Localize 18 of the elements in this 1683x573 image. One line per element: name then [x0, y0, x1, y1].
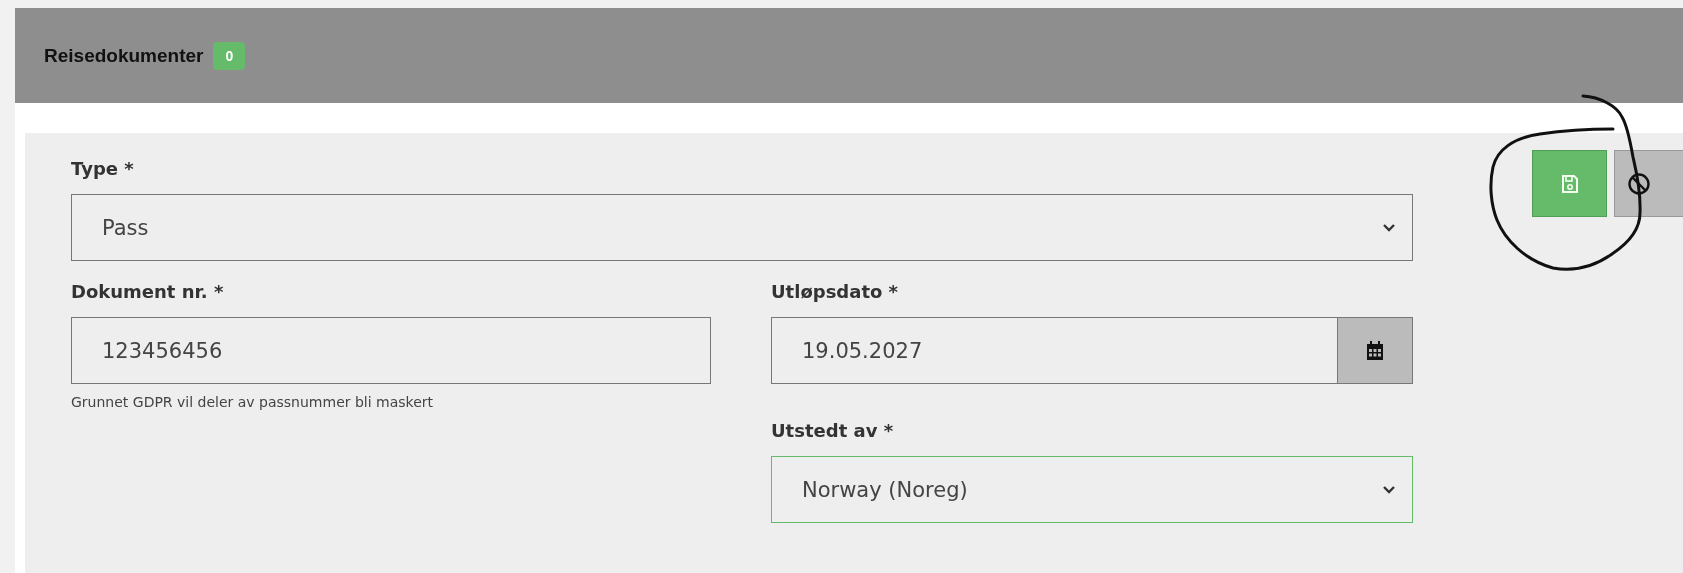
issuer-select[interactable]: Norway (Noreg) — [771, 456, 1413, 523]
ban-icon — [1627, 171, 1651, 196]
date-field[interactable]: 19.05.2027 — [771, 317, 1338, 384]
field-label: Type * — [71, 158, 135, 181]
save-button[interactable] — [1532, 150, 1607, 217]
section-title: Reisedokumenter — [44, 44, 204, 67]
field-hint: Grunnet GDPR vil deler av passnummer bli maskert — [71, 394, 435, 410]
count-badge: 0 — [213, 41, 246, 70]
calendar-button[interactable] — [1338, 317, 1413, 384]
field-label: Dokument nr. * — [71, 281, 225, 304]
document-number-field[interactable]: 123456456 — [71, 317, 711, 384]
calendar-icon — [1366, 340, 1384, 361]
chevron-down-icon — [1382, 222, 1396, 233]
cancel-button[interactable] — [1614, 150, 1683, 217]
chevron-down-icon — [1382, 484, 1396, 495]
field-label: Utløpsdato * — [771, 281, 900, 304]
type-select[interactable]: Pass — [71, 194, 1413, 261]
field-label: Utstedt av * — [771, 420, 895, 443]
